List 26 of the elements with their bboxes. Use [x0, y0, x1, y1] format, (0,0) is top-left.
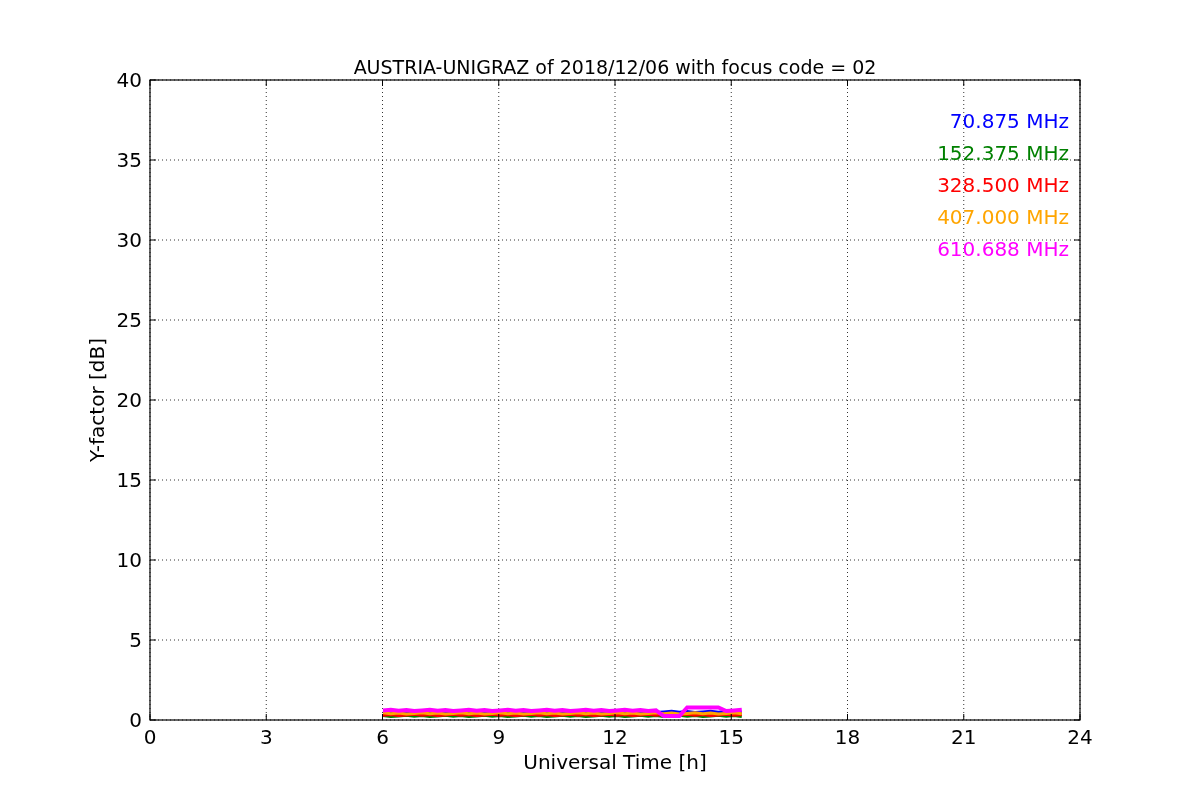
x-tick-label: 15 [718, 725, 744, 749]
x-tick-label: 0 [143, 725, 157, 749]
x-axis-label: Universal Time [h] [523, 750, 707, 774]
x-tick-label: 21 [951, 725, 977, 749]
x-tick-label: 6 [376, 725, 389, 749]
chart-title: AUSTRIA-UNIGRAZ of 2018/12/06 with focus code = 02 [353, 56, 877, 78]
legend-label: 70.875 MHz [949, 109, 1069, 133]
legend-label: 407.000 MHz [937, 205, 1069, 229]
y-tick-label: 40 [116, 68, 142, 92]
y-tick-label: 0 [129, 708, 142, 732]
legend-label: 152.375 MHz [937, 141, 1069, 165]
y-tick-label: 10 [116, 548, 142, 572]
y-tick-label: 20 [116, 388, 142, 412]
y-tick-label: 5 [129, 628, 142, 652]
y-tick-label: 25 [116, 308, 142, 332]
y-tick-label: 30 [116, 228, 142, 252]
y-axis-label: Y-factor [dB] [85, 338, 109, 462]
x-tick-label: 3 [259, 725, 273, 749]
x-tick-label: 24 [1067, 725, 1093, 749]
y-tick-label: 15 [116, 468, 142, 492]
x-tick-label: 9 [492, 725, 506, 749]
x-tick-label: 12 [602, 725, 628, 749]
y-tick-label: 35 [116, 148, 142, 172]
x-tick-label: 18 [834, 725, 861, 749]
legend-label: 328.500 MHz [937, 173, 1069, 197]
legend-label: 610.688 MHz [937, 237, 1069, 261]
